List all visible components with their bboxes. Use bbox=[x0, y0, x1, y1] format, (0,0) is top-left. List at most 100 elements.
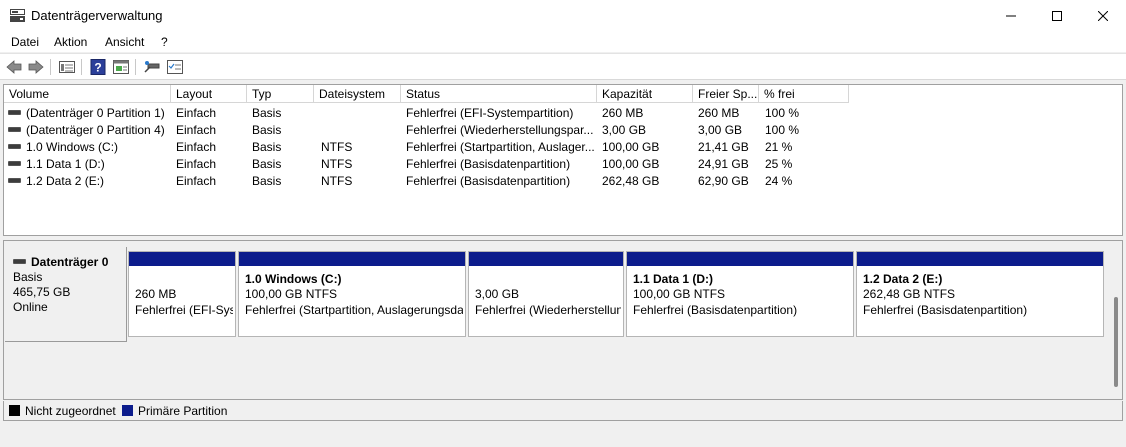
menu-ansicht[interactable]: Ansicht bbox=[105, 35, 144, 49]
cell-type: Basis bbox=[252, 140, 282, 154]
close-button[interactable] bbox=[1080, 0, 1126, 32]
partition-bar bbox=[627, 252, 853, 266]
cell-volume: (Datenträger 0 Partition 1) bbox=[8, 105, 170, 122]
cell-filesystem: NTFS bbox=[321, 174, 353, 188]
partition-bar bbox=[239, 252, 465, 266]
menu-help[interactable]: ? bbox=[161, 35, 168, 49]
forward-button[interactable] bbox=[26, 58, 46, 76]
properties-icon bbox=[167, 60, 183, 74]
drive-icon bbox=[8, 110, 21, 116]
help-button[interactable]: ? bbox=[88, 58, 108, 76]
cell-filesystem bbox=[321, 105, 399, 122]
menu-datei[interactable]: Datei bbox=[11, 35, 39, 49]
column-header-status[interactable]: Status bbox=[401, 85, 597, 103]
cell-percent-free: 25 % bbox=[765, 157, 793, 171]
disk-name: Datenträger 0 bbox=[31, 255, 109, 269]
window-title: Datenträgerverwaltung bbox=[31, 8, 163, 23]
toolbar-separator bbox=[50, 59, 51, 75]
rescan-icon bbox=[144, 61, 160, 73]
menu-aktion[interactable]: Aktion bbox=[54, 35, 87, 49]
partition-size: 100,00 GB NTFS bbox=[245, 287, 338, 301]
cell-volume: 1.0 Windows (C:) bbox=[8, 139, 170, 156]
partition-size: 3,00 GB bbox=[475, 287, 520, 301]
drive-icon bbox=[8, 127, 21, 133]
partition-status: Fehlerfrei (EFI-Systempartition) bbox=[135, 303, 233, 317]
cell-free-space: 21,41 GB bbox=[698, 140, 749, 154]
cell-filesystem: NTFS bbox=[321, 157, 353, 171]
cell-layout: Einfach bbox=[176, 140, 217, 154]
partition-size: 100,00 GB NTFS bbox=[633, 287, 726, 301]
volume-list[interactable]: Volume Layout Typ Dateisystem Status Kap… bbox=[3, 84, 1123, 236]
table-row[interactable]: (Datenträger 0 Partition 4) Einfach Basi… bbox=[4, 122, 1122, 139]
partition-data2[interactable]: 1.2 Data 2 (E:) 262,48 GB NTFS Fehlerfre… bbox=[856, 251, 1104, 337]
view-list-button[interactable] bbox=[57, 58, 77, 76]
legend-swatch-unallocated bbox=[9, 405, 20, 416]
partition-windows[interactable]: 1.0 Windows (C:) 100,00 GB NTFS Fehlerfr… bbox=[238, 251, 466, 337]
help-icon: ? bbox=[90, 59, 106, 75]
cell-volume-text: (Datenträger 0 Partition 1) bbox=[26, 106, 165, 120]
cell-filesystem: NTFS bbox=[321, 140, 353, 154]
column-header-free-space[interactable]: Freier Sp... bbox=[693, 85, 759, 103]
partition-name: 1.2 Data 2 (E:) bbox=[863, 272, 943, 286]
partition-name: 1.0 Windows (C:) bbox=[245, 272, 342, 286]
partition-status: Fehlerfrei (Basisdatenpartition) bbox=[633, 303, 798, 317]
partition-bar bbox=[129, 252, 235, 266]
title-bar: Datenträgerverwaltung bbox=[0, 0, 1126, 32]
partition-data1[interactable]: 1.1 Data 1 (D:) 100,00 GB NTFS Fehlerfre… bbox=[626, 251, 854, 337]
vertical-scrollbar[interactable] bbox=[1114, 297, 1118, 387]
cell-free-space: 3,00 GB bbox=[698, 123, 743, 137]
column-header-capacity[interactable]: Kapazität bbox=[597, 85, 693, 103]
column-header-type[interactable]: Typ bbox=[247, 85, 314, 103]
column-header-filesystem[interactable]: Dateisystem bbox=[314, 85, 401, 103]
cell-volume-text: 1.0 Windows (C:) bbox=[26, 140, 119, 154]
toolbar-separator bbox=[81, 59, 82, 75]
cell-volume-text: 1.2 Data 2 (E:) bbox=[26, 174, 105, 188]
forward-icon bbox=[28, 60, 44, 74]
menu-bar: Datei Aktion Ansicht ? bbox=[0, 32, 1126, 52]
column-header-layout[interactable]: Layout bbox=[171, 85, 247, 103]
cell-type: Basis bbox=[252, 106, 282, 120]
table-row[interactable]: 1.2 Data 2 (E:) Einfach Basis NTFS Fehle… bbox=[4, 173, 1122, 190]
table-row[interactable]: (Datenträger 0 Partition 1) Einfach Basi… bbox=[4, 105, 1122, 122]
cell-status: Fehlerfrei (Basisdatenpartition) bbox=[406, 174, 571, 188]
cell-status: Fehlerfrei (Basisdatenpartition) bbox=[406, 157, 571, 171]
cell-status: Fehlerfrei (Wiederherstellungspar... bbox=[406, 123, 594, 137]
properties-button[interactable] bbox=[165, 58, 185, 76]
maximize-button[interactable] bbox=[1034, 0, 1080, 32]
disk-pane: Datenträger 0 Basis 465,75 GB Online 260… bbox=[3, 240, 1123, 400]
rescan-button[interactable] bbox=[142, 58, 162, 76]
cell-percent-free: 100 % bbox=[765, 106, 800, 120]
partition-bar bbox=[469, 252, 623, 266]
minimize-button[interactable] bbox=[988, 0, 1034, 32]
column-header-volume[interactable]: Volume bbox=[4, 85, 171, 103]
cell-status: Fehlerfrei (Startpartition, Auslager... bbox=[406, 140, 595, 154]
cell-free-space: 24,91 GB bbox=[698, 157, 749, 171]
column-header-percent-free[interactable]: % frei bbox=[759, 85, 849, 103]
cell-capacity: 100,00 GB bbox=[602, 140, 660, 154]
cell-layout: Einfach bbox=[176, 157, 217, 171]
partition-size: 260 MB bbox=[135, 287, 177, 301]
disk-size: 465,75 GB bbox=[13, 285, 71, 299]
partition-efi[interactable]: 260 MB Fehlerfrei (EFI-Systempartition) bbox=[128, 251, 236, 337]
table-row[interactable]: 1.1 Data 1 (D:) Einfach Basis NTFS Fehle… bbox=[4, 156, 1122, 173]
legend-swatch-primary bbox=[122, 405, 133, 416]
drive-icon bbox=[8, 178, 21, 184]
cell-capacity: 100,00 GB bbox=[602, 157, 660, 171]
view-list-icon bbox=[59, 61, 75, 73]
partition-recovery[interactable]: 3,00 GB Fehlerfrei (Wiederherstellungspa… bbox=[468, 251, 624, 337]
cell-percent-free: 100 % bbox=[765, 123, 800, 137]
disk-state: Online bbox=[13, 300, 48, 314]
drive-icon bbox=[8, 161, 21, 167]
cell-filesystem bbox=[321, 122, 399, 139]
cell-volume: (Datenträger 0 Partition 4) bbox=[8, 122, 170, 139]
partition-size: 262,48 GB NTFS bbox=[863, 287, 956, 301]
back-button[interactable] bbox=[4, 58, 24, 76]
cell-type: Basis bbox=[252, 174, 282, 188]
cell-capacity: 3,00 GB bbox=[602, 123, 647, 137]
table-row[interactable]: 1.0 Windows (C:) Einfach Basis NTFS Fehl… bbox=[4, 139, 1122, 156]
disk-type: Basis bbox=[13, 270, 43, 284]
disk-info[interactable]: Datenträger 0 Basis 465,75 GB Online bbox=[5, 247, 127, 342]
legend-label-unallocated: Nicht zugeordnet bbox=[25, 404, 116, 418]
partition-bar bbox=[857, 252, 1103, 266]
view-pane-button[interactable] bbox=[111, 58, 131, 76]
